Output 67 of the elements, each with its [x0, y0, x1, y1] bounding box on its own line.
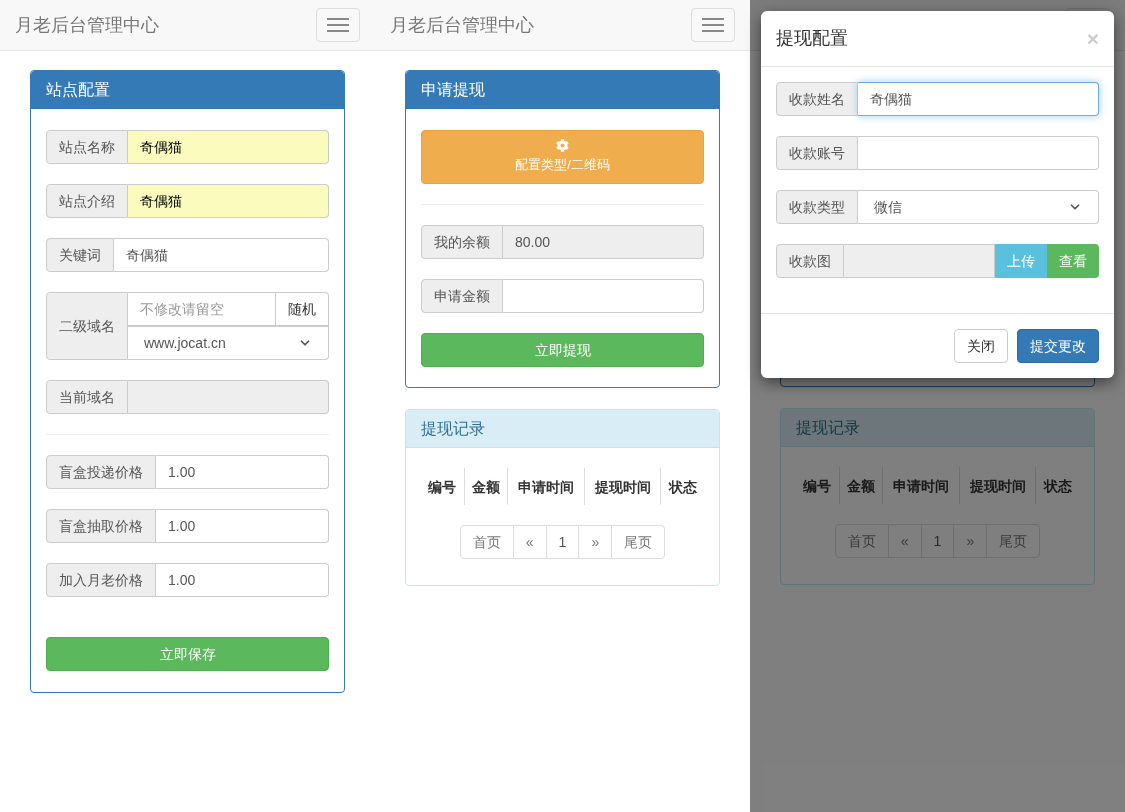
text-field[interactable]: 奇偶猫 — [128, 184, 329, 218]
menu-icon — [327, 18, 349, 32]
text-field[interactable]: 1.00 — [156, 509, 329, 543]
text-field[interactable] — [503, 279, 704, 313]
column-header: 编号 — [421, 468, 465, 505]
page-link[interactable]: 首页 — [834, 524, 889, 558]
text-field[interactable]: 奇偶猫 — [114, 238, 329, 272]
field-label: 收款图 — [776, 244, 844, 278]
field-label: 站点名称 — [46, 130, 128, 164]
view-button[interactable]: 查看 — [1047, 244, 1099, 278]
type-select[interactable]: 微信 — [858, 190, 1099, 224]
column-header: 状态 — [660, 468, 704, 505]
page-link[interactable]: 尾页 — [986, 524, 1041, 558]
field-label: 我的余额 — [421, 225, 503, 259]
field-label: 盲盒抽取价格 — [46, 509, 156, 543]
field-label: 关键词 — [46, 238, 114, 272]
app-title: 月老后台管理中心 — [15, 13, 159, 37]
panel-title: 提现记录 — [796, 417, 860, 438]
column-header: 状态 — [1035, 467, 1079, 504]
panel-title: 提现记录 — [421, 418, 485, 439]
field-label: 盲盒投递价格 — [46, 455, 156, 489]
field-label: 加入月老价格 — [46, 563, 156, 597]
column-header: 金额 — [839, 467, 883, 504]
field-label: 当前域名 — [46, 380, 128, 414]
column-header: 申请时间 — [507, 468, 585, 505]
page-link[interactable]: 1 — [545, 525, 580, 559]
withdraw-button[interactable]: 立即提现 — [421, 333, 704, 367]
column-header: 提现时间 — [959, 467, 1036, 504]
page-link[interactable]: 首页 — [459, 525, 514, 559]
field-label: 收款姓名 — [776, 82, 858, 116]
text-field[interactable]: 1.00 — [156, 563, 329, 597]
page-link[interactable]: « — [512, 525, 547, 559]
readonly-field[interactable] — [128, 380, 329, 414]
page-link[interactable]: 1 — [920, 524, 955, 558]
domain-select[interactable]: www.jocat.cn — [128, 326, 329, 360]
text-field[interactable]: 不修改请留空 — [128, 292, 276, 326]
panel-title: 站点配置 — [46, 80, 110, 100]
panel-title: 申请提现 — [421, 80, 485, 100]
field-label: 二级域名 — [46, 292, 128, 360]
menu-button[interactable] — [316, 8, 360, 42]
page-link[interactable]: » — [578, 525, 613, 559]
readonly-field[interactable]: 80.00 — [503, 225, 704, 259]
dialog-title: 提现配置 — [776, 27, 848, 50]
column-header: 编号 — [796, 467, 840, 504]
text-field[interactable]: 1.00 — [156, 455, 329, 489]
column-header: 申请时间 — [882, 467, 960, 504]
menu-icon — [702, 18, 724, 32]
save-button[interactable]: 立即保存 — [46, 637, 329, 671]
random-button[interactable]: 随机 — [276, 292, 329, 326]
field-label: 收款账号 — [776, 136, 858, 170]
column-header: 金额 — [464, 468, 508, 505]
text-field[interactable]: 奇偶猫 — [858, 82, 1099, 116]
app-title: 月老后台管理中心 — [390, 13, 534, 37]
page-link[interactable]: « — [887, 524, 922, 558]
page-link[interactable]: » — [953, 524, 988, 558]
field-label: 申请金额 — [421, 279, 503, 313]
text-field[interactable] — [858, 136, 1099, 170]
close-dialog-button[interactable]: 关闭 — [954, 329, 1008, 363]
text-field[interactable]: 奇偶猫 — [128, 130, 329, 164]
image-field[interactable] — [844, 244, 995, 278]
field-label: 站点介绍 — [46, 184, 128, 218]
page-link[interactable]: 尾页 — [611, 525, 666, 559]
submit-button[interactable]: 提交更改 — [1017, 329, 1099, 363]
field-label: 收款类型 — [776, 190, 858, 224]
column-header: 提现时间 — [584, 468, 661, 505]
menu-button[interactable] — [691, 8, 735, 42]
gear-icon — [556, 139, 569, 153]
